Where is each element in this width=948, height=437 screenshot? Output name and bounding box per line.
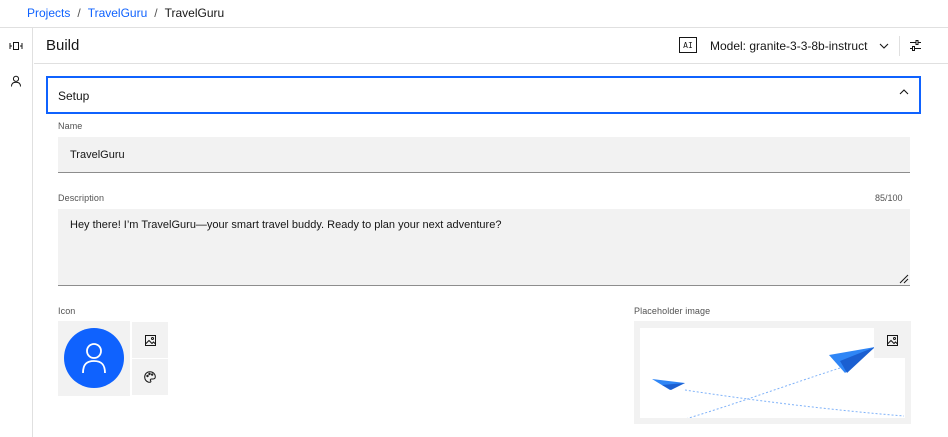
upload-icon-button[interactable] xyxy=(132,322,168,358)
image-icon xyxy=(144,334,156,346)
breadcrumb-projects[interactable]: Projects xyxy=(27,6,70,20)
description-label: Description xyxy=(58,193,105,203)
avatar xyxy=(64,328,124,388)
name-label: Name xyxy=(58,121,83,131)
setup-accordion[interactable]: Setup xyxy=(46,76,921,114)
page-title: Build xyxy=(46,37,80,54)
name-input[interactable]: TravelGuru xyxy=(58,137,910,173)
user-icon[interactable] xyxy=(5,70,27,92)
user-icon xyxy=(82,343,106,374)
breadcrumb: Projects / TravelGuru / TravelGuru xyxy=(27,6,224,20)
breadcrumb-separator: / xyxy=(154,6,158,20)
placeholder-image-label: Placeholder image xyxy=(634,306,711,316)
icon-label: Icon xyxy=(58,306,76,316)
build-header: Build AI Model: granite-3-3-8b-instruct xyxy=(34,28,948,64)
upload-placeholder-button[interactable] xyxy=(874,322,910,358)
placeholder-image xyxy=(640,328,905,421)
agent-icon[interactable] xyxy=(5,35,27,57)
breadcrumb-current: TravelGuru xyxy=(164,6,225,20)
paper-plane-illustration xyxy=(652,347,905,421)
resize-handle-icon[interactable] xyxy=(899,274,909,284)
setup-label: Setup xyxy=(58,89,90,103)
breadcrumb-project[interactable]: TravelGuru xyxy=(88,6,148,20)
top-bar: Projects / TravelGuru / TravelGuru xyxy=(0,0,948,28)
palette-icon xyxy=(144,371,156,383)
description-text: Hey there! I’m TravelGuru—your smart tra… xyxy=(70,219,502,231)
image-icon xyxy=(886,334,898,346)
model-selector[interactable]: Model: granite-3-3-8b-instruct xyxy=(710,33,889,59)
icon-preview xyxy=(58,321,130,396)
chevron-up-icon xyxy=(899,89,909,95)
chevron-down-icon xyxy=(879,43,889,49)
left-rail xyxy=(0,28,33,437)
breadcrumb-separator: / xyxy=(77,6,81,20)
description-counter: 85/100 xyxy=(875,193,903,203)
description-input[interactable]: Hey there! I’m TravelGuru—your smart tra… xyxy=(58,209,910,286)
header-divider xyxy=(899,36,900,56)
model-label: Model: granite-3-3-8b-instruct xyxy=(710,39,868,53)
sliders-icon[interactable] xyxy=(904,34,926,56)
placeholder-image-frame xyxy=(634,321,911,424)
color-picker-button[interactable] xyxy=(132,359,168,395)
ai-badge: AI xyxy=(679,37,697,53)
